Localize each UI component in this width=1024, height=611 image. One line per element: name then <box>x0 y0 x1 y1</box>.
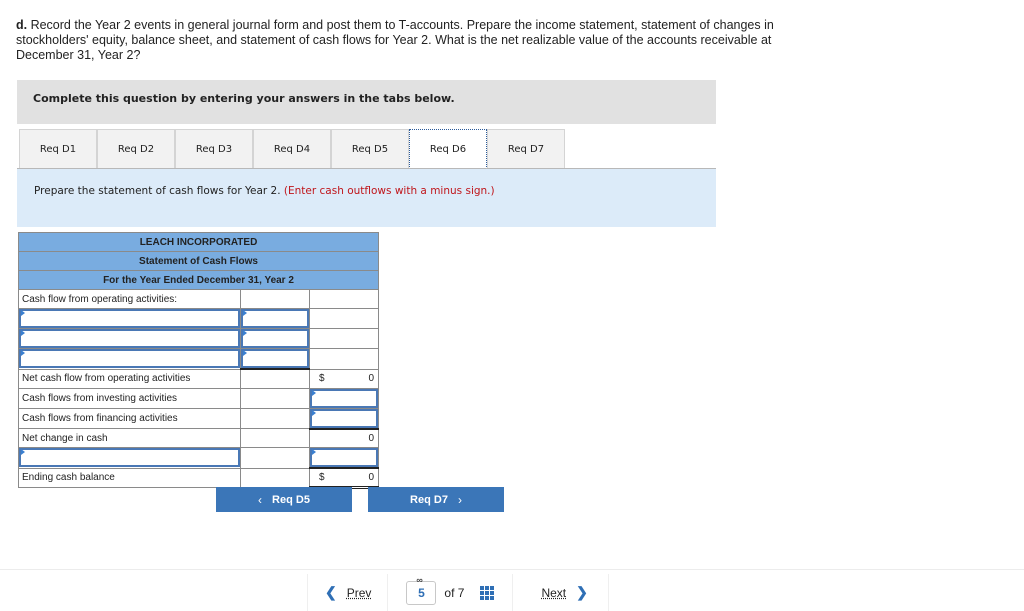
tab-req-d1[interactable]: Req D1 <box>19 129 97 168</box>
prev-page-label: Prev <box>346 585 372 600</box>
grid-icon[interactable] <box>480 585 495 600</box>
chevron-left-icon: ❮ <box>325 584 337 600</box>
question-body: Record the Year 2 events in general jour… <box>16 18 774 62</box>
financing-amount-input[interactable] <box>310 408 378 428</box>
question-part-label: d. <box>16 18 28 32</box>
tab-req-d5[interactable]: Req D5 <box>331 129 409 168</box>
prev-requirement-button[interactable]: ‹ Req D5 <box>216 487 352 512</box>
footer-divider <box>0 569 1024 570</box>
beginning-cash-amount-input[interactable] <box>310 448 378 467</box>
chevron-left-icon: ‹ <box>258 492 263 507</box>
operating-item-1-label-input[interactable] <box>19 309 240 328</box>
chevron-right-icon: ❯ <box>576 584 588 600</box>
table-row: Cash flow from operating activities: <box>18 289 379 309</box>
cash-flow-statement-table: LEACH INCORPORATED Statement of Cash Flo… <box>18 232 379 489</box>
instructions-banner: Complete this question by entering your … <box>17 80 716 124</box>
tab-req-d3[interactable]: Req D3 <box>175 129 253 168</box>
tab-req-d4[interactable]: Req D4 <box>253 129 331 168</box>
operating-header: Cash flow from operating activities: <box>18 289 241 309</box>
prev-requirement-label: Req D5 <box>272 493 310 506</box>
statement-period: For the Year Ended December 31, Year 2 <box>18 270 379 290</box>
requirement-tabs: Req D1 Req D2 Req D3 Req D4 Req D5 Req D… <box>19 129 565 169</box>
prompt-hint: (Enter cash outflows with a minus sign.) <box>283 185 495 197</box>
operating-item-3-label-input[interactable] <box>19 349 240 369</box>
next-requirement-button[interactable]: Req D7 › <box>368 487 504 512</box>
page-navigator: ❮ Prev ∞ 5 of 7 Next ❯ <box>307 574 609 611</box>
prev-page-button[interactable]: ❮ Prev <box>308 584 387 601</box>
next-page-button[interactable]: Next ❯ <box>513 584 607 601</box>
investing-amount-input[interactable] <box>310 388 378 408</box>
currency-symbol: $ <box>319 373 325 384</box>
company-name: LEACH INCORPORATED <box>18 232 379 252</box>
operating-item-2-amount-input[interactable] <box>241 329 309 348</box>
prompt-panel: Prepare the statement of cash flows for … <box>17 169 716 227</box>
financing-label: Cash flows from financing activities <box>18 407 241 429</box>
ending-cash-value: 0 <box>368 471 374 483</box>
net-change-value: 0 <box>368 432 374 444</box>
table-row: Cash flows from investing activities <box>18 387 379 409</box>
table-row: Cash flows from financing activities <box>18 407 379 429</box>
operating-item-3-amount-input[interactable] <box>241 349 309 368</box>
next-page-label: Next <box>541 585 567 600</box>
current-page: 5 <box>418 585 425 600</box>
table-row <box>18 308 379 329</box>
instructions-text: Complete this question by entering your … <box>33 92 455 105</box>
tab-req-d6[interactable]: Req D6 <box>409 129 487 169</box>
beginning-cash-label-input[interactable] <box>19 448 240 468</box>
ending-cash-label: Ending cash balance <box>18 467 241 488</box>
table-row <box>18 328 379 349</box>
table-row <box>18 348 379 370</box>
net-operating-value: 0 <box>368 373 374 384</box>
table-row: Ending cash balance $0 <box>18 467 379 489</box>
next-requirement-label: Req D7 <box>410 493 448 506</box>
link-icon: ∞ <box>416 574 423 585</box>
table-row <box>18 447 379 469</box>
net-change-label: Net change in cash <box>18 428 241 448</box>
chevron-right-icon: › <box>457 492 462 507</box>
table-row: Net cash flow from operating activities … <box>18 368 379 389</box>
operating-item-2-label-input[interactable] <box>19 329 240 348</box>
prompt-text: Prepare the statement of cash flows for … <box>34 185 495 197</box>
page-number-box[interactable]: ∞ 5 <box>406 575 437 605</box>
operating-item-1-amount-input[interactable] <box>241 309 309 328</box>
tab-req-d2[interactable]: Req D2 <box>97 129 175 168</box>
tab-req-d7[interactable]: Req D7 <box>487 129 565 168</box>
question-text: d. Record the Year 2 events in general j… <box>16 18 791 63</box>
table-row: Net change in cash 0 <box>18 427 379 448</box>
net-operating-label: Net cash flow from operating activities <box>18 368 241 389</box>
prompt-main: Prepare the statement of cash flows for … <box>34 185 284 197</box>
statement-title: Statement of Cash Flows <box>18 251 379 271</box>
currency-symbol: $ <box>319 471 325 483</box>
investing-label: Cash flows from investing activities <box>18 387 241 409</box>
page-total: of 7 <box>444 585 465 600</box>
